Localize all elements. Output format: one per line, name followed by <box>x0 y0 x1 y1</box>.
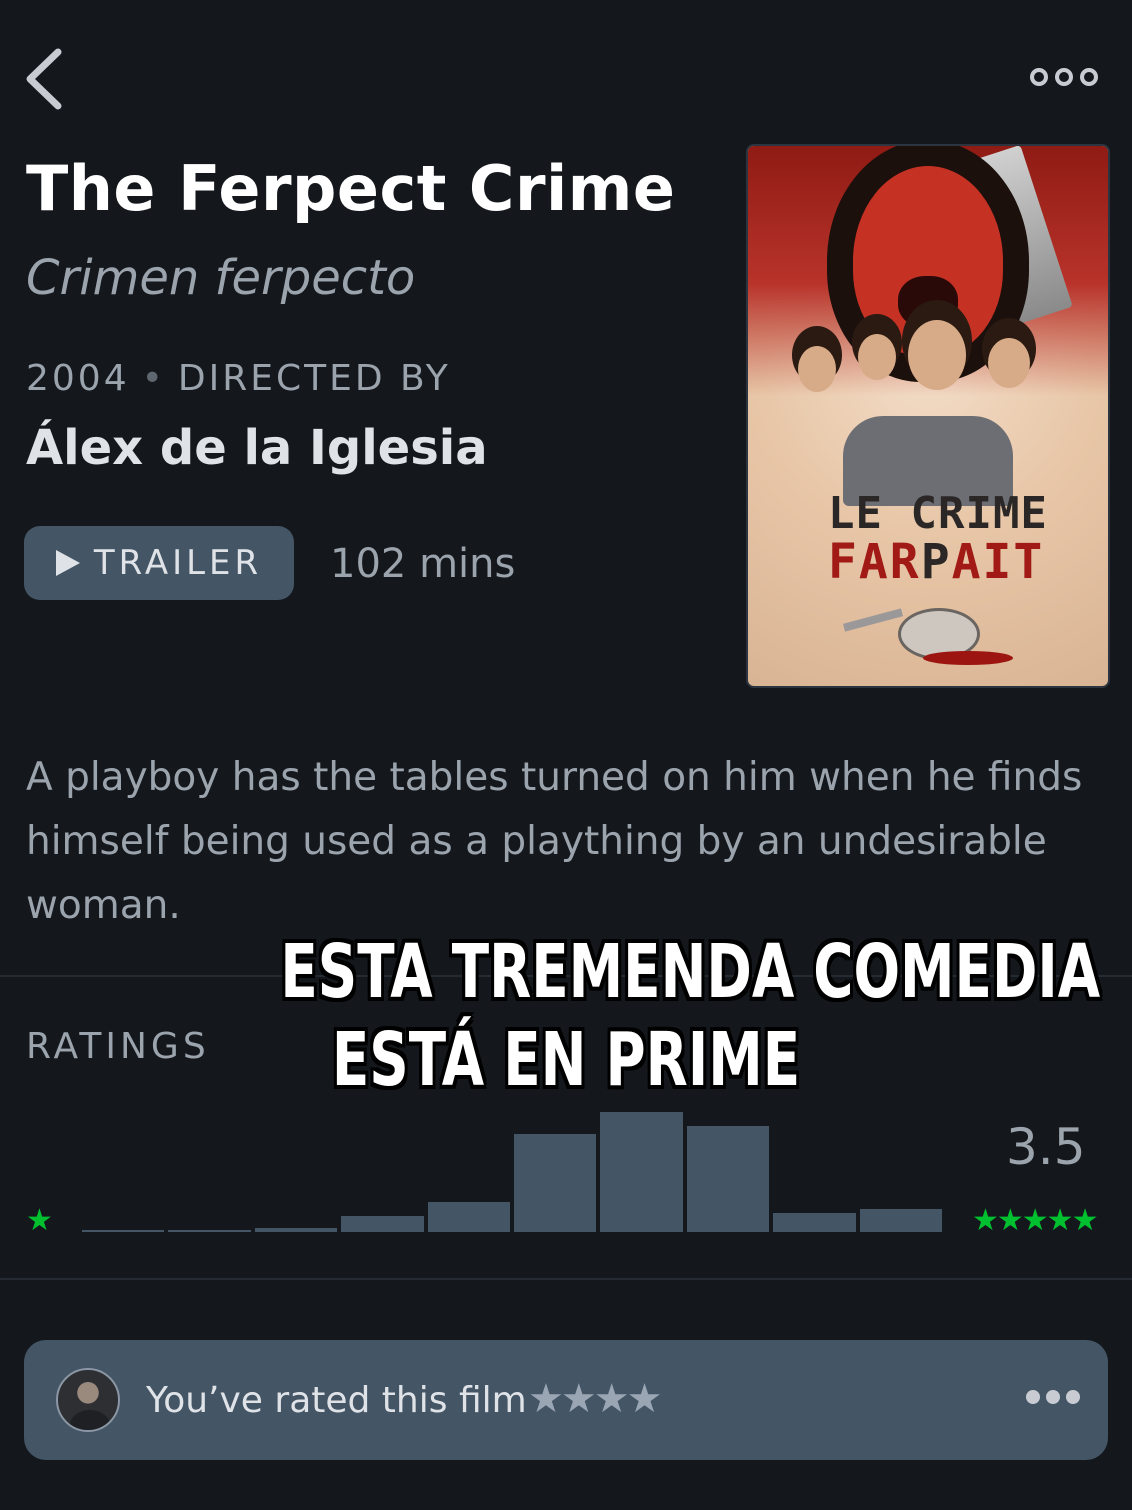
histogram-bar[interactable] <box>82 1229 165 1232</box>
poster-blood <box>923 651 1013 665</box>
back-button[interactable] <box>22 44 68 114</box>
overlay-caption: ESTA TREMENDA COMEDIA ESTÁ EN PRIME <box>180 928 1101 1104</box>
min-star-icon: ★ <box>26 1203 53 1238</box>
poster-title-part: P <box>920 534 952 590</box>
runtime: 102 mins <box>330 541 516 587</box>
ellipsis-icon <box>1030 68 1048 86</box>
film-detail-page: The Ferpect Crime Crimen ferpecto 2004 • D… <box>0 0 1132 1510</box>
histogram-bar[interactable] <box>427 1202 510 1232</box>
rated-film-text: You’ve rated this film <box>146 1380 527 1421</box>
ellipsis-icon <box>1046 1390 1060 1404</box>
chevron-left-icon <box>26 48 62 110</box>
more-options-button[interactable] <box>1030 62 1108 92</box>
user-rating-stars-icon: ★★★★ <box>528 1376 662 1422</box>
director-name[interactable]: Álex de la Iglesia <box>26 420 488 476</box>
histogram-bar[interactable] <box>686 1126 770 1232</box>
overlay-caption-line-1: ESTA TREMENDA COMEDIA <box>280 929 1101 1015</box>
poster-title-part: AIT <box>951 534 1045 590</box>
film-poster[interactable]: LE CRIME FARPAIT <box>748 146 1108 686</box>
ellipsis-icon <box>1055 68 1073 86</box>
ellipsis-icon <box>1066 1390 1080 1404</box>
directed-by-label: DIRECTED BY <box>177 358 451 399</box>
play-icon <box>55 550 80 576</box>
trailer-button[interactable]: TRAILER <box>24 526 294 600</box>
ratings-histogram[interactable] <box>82 1100 942 1232</box>
poster-title-part: FAR <box>828 534 921 590</box>
poster-title-line-2: FARPAIT <box>828 534 1044 590</box>
poster-mouth <box>898 276 958 328</box>
avatar[interactable] <box>56 1368 120 1432</box>
histogram-bar[interactable] <box>514 1133 597 1232</box>
histogram-bar[interactable] <box>341 1216 424 1232</box>
divider <box>0 1278 1132 1280</box>
histogram-bar[interactable] <box>168 1229 251 1232</box>
trailer-label: TRAILER <box>93 543 263 583</box>
synopsis[interactable]: A playboy has the tables turned on him w… <box>26 746 1116 938</box>
histogram-bar[interactable] <box>859 1209 942 1232</box>
ellipsis-icon <box>1080 68 1098 86</box>
histogram-bar[interactable] <box>773 1212 856 1232</box>
poster-blade <box>842 608 904 632</box>
release-year[interactable]: 2004 <box>26 358 130 399</box>
ellipsis-icon <box>1026 1390 1040 1404</box>
original-title: Crimen ferpecto <box>26 250 416 306</box>
film-meta: 2004 • DIRECTED BY <box>26 358 451 399</box>
film-title: The Ferpect Crime <box>26 152 676 225</box>
average-rating: 3.5 <box>1006 1118 1086 1176</box>
card-more-button[interactable] <box>1026 1390 1080 1404</box>
histogram-bar[interactable] <box>254 1228 338 1232</box>
separator-dot: • <box>141 358 166 399</box>
histogram-bar[interactable] <box>600 1112 683 1232</box>
your-rating-card[interactable]: You’ve rated this film ★★★★ <box>24 1340 1108 1460</box>
overlay-caption-line-2: ESTÁ EN PRIME <box>331 1017 801 1103</box>
max-stars-icon: ★★★★★ <box>972 1203 1098 1238</box>
poster-title-line-1: LE CRIME <box>828 488 1048 539</box>
